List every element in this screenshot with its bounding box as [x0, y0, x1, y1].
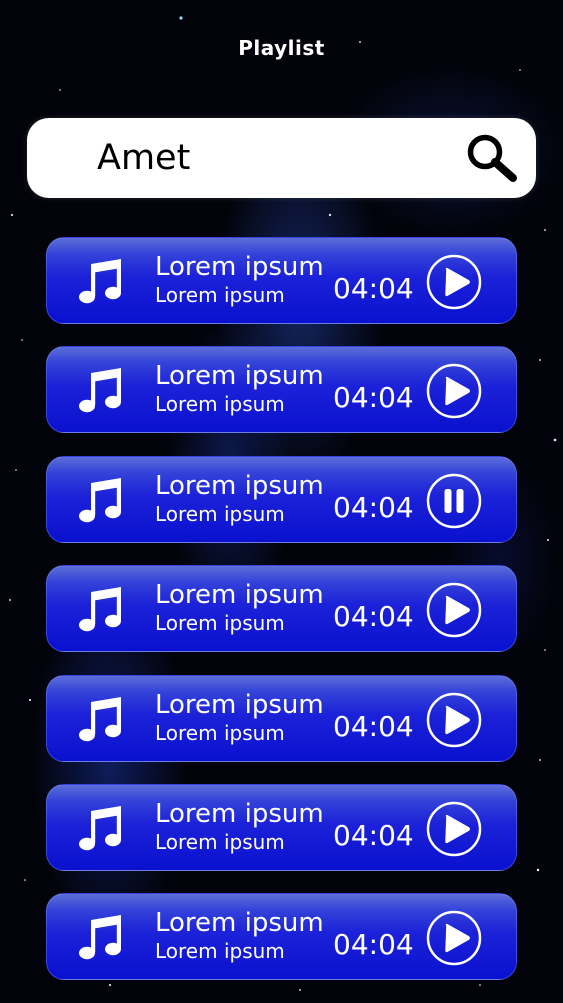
track-row[interactable]: Lorem ipsum Lorem ipsum 04:04 — [46, 674, 517, 762]
play-button[interactable] — [426, 254, 482, 310]
track-title: Lorem ipsum — [155, 689, 324, 720]
track-row[interactable]: Lorem ipsum Lorem ipsum 04:04 — [46, 893, 517, 981]
pause-button[interactable] — [426, 473, 482, 529]
track-artist: Lorem ipsum — [155, 720, 285, 745]
track-artist: Lorem ipsum — [155, 392, 285, 417]
music-note-icon — [79, 696, 121, 741]
track-artist: Lorem ipsum — [155, 939, 285, 964]
playlist: Lorem ipsum Lorem ipsum 04:04 Lorem ipsum Lo… — [46, 237, 517, 1003]
music-note-icon — [79, 805, 121, 851]
play-button[interactable] — [426, 910, 482, 966]
track-row[interactable]: Lorem ipsum Lorem ipsum 04:04 — [46, 783, 517, 871]
track-artist: Lorem ipsum — [155, 283, 285, 307]
track-artist: Lorem ipsum — [155, 829, 285, 854]
music-note-icon — [79, 477, 121, 522]
track-row[interactable]: Lorem ipsum Lorem ipsum 04:04 — [46, 346, 517, 434]
track-duration: 04:04 — [333, 818, 414, 852]
search-bar[interactable]: Amet — [27, 118, 536, 198]
track-duration: 04:04 — [333, 490, 414, 524]
track-title: Lorem ipsum — [155, 580, 324, 611]
track-duration: 04:04 — [333, 381, 414, 415]
track-row[interactable]: Lorem ipsum Lorem ipsum 04:04 — [46, 565, 517, 653]
search-input[interactable]: Amet — [97, 136, 190, 180]
play-button[interactable] — [426, 692, 482, 748]
track-duration: 04:04 — [333, 709, 414, 743]
track-artist: Lorem ipsum — [155, 501, 285, 526]
track-title: Lorem ipsum — [155, 361, 324, 392]
track-title: Lorem ipsum — [155, 798, 324, 829]
track-duration: 04:04 — [333, 928, 414, 962]
track-title: Lorem ipsum — [155, 252, 324, 282]
music-note-icon — [79, 368, 121, 413]
track-duration: 04:04 — [333, 600, 414, 634]
page-title: Playlist — [238, 36, 325, 60]
music-note-icon — [79, 587, 121, 632]
play-button[interactable] — [426, 582, 482, 638]
play-button[interactable] — [426, 363, 482, 419]
music-note-icon — [79, 915, 121, 960]
track-row[interactable]: Lorem ipsum Lorem ipsum 04:04 — [46, 455, 517, 543]
play-button[interactable] — [426, 801, 482, 857]
track-artist: Lorem ipsum — [155, 611, 285, 636]
search-icon[interactable] — [464, 132, 520, 184]
track-duration: 04:04 — [333, 272, 414, 305]
track-row[interactable]: Lorem ipsum Lorem ipsum 04:04 — [46, 237, 517, 324]
track-title: Lorem ipsum — [155, 908, 324, 939]
music-note-icon — [79, 259, 121, 304]
track-title: Lorem ipsum — [155, 470, 324, 501]
